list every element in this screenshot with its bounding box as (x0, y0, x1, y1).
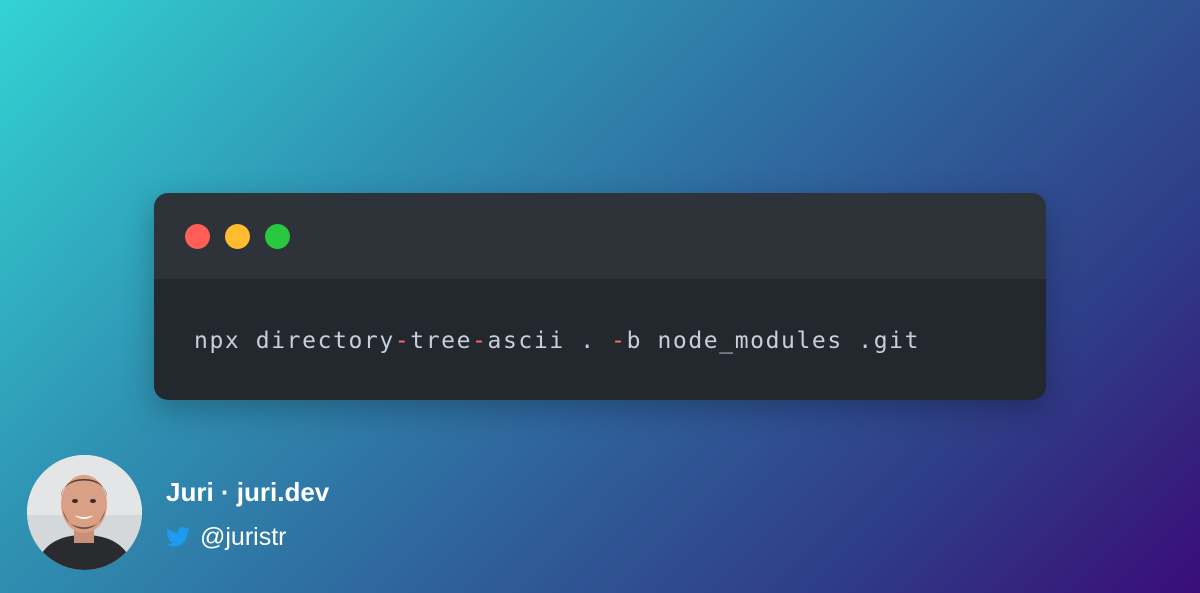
code-operator: - (472, 328, 488, 354)
profile-photo (27, 455, 142, 570)
code-segment: ascii . (487, 328, 612, 354)
code-segment: npx directory (194, 328, 395, 354)
maximize-button[interactable] (265, 224, 290, 249)
minimize-button[interactable] (225, 224, 250, 249)
code-area: npx directory-tree-ascii . -b node_modul… (154, 279, 1046, 400)
window-controls (185, 224, 290, 249)
twitter-handle-row[interactable]: @juristr (166, 521, 287, 553)
code-operator: - (611, 328, 627, 354)
code-operator: - (394, 328, 411, 354)
code-segment: tree (410, 328, 473, 354)
avatar (27, 455, 142, 570)
close-button[interactable] (185, 224, 210, 249)
author-name: Juri · juri.dev (166, 477, 330, 507)
twitter-bird-icon (166, 527, 190, 547)
code-line: npx directory-tree-ascii . -b node_modul… (194, 328, 920, 354)
code-window: npx directory-tree-ascii . -b node_modul… (154, 193, 1046, 400)
twitter-handle: @juristr (200, 522, 287, 551)
window-titlebar (154, 193, 1046, 279)
code-segment: b node_modules .git (626, 328, 921, 354)
